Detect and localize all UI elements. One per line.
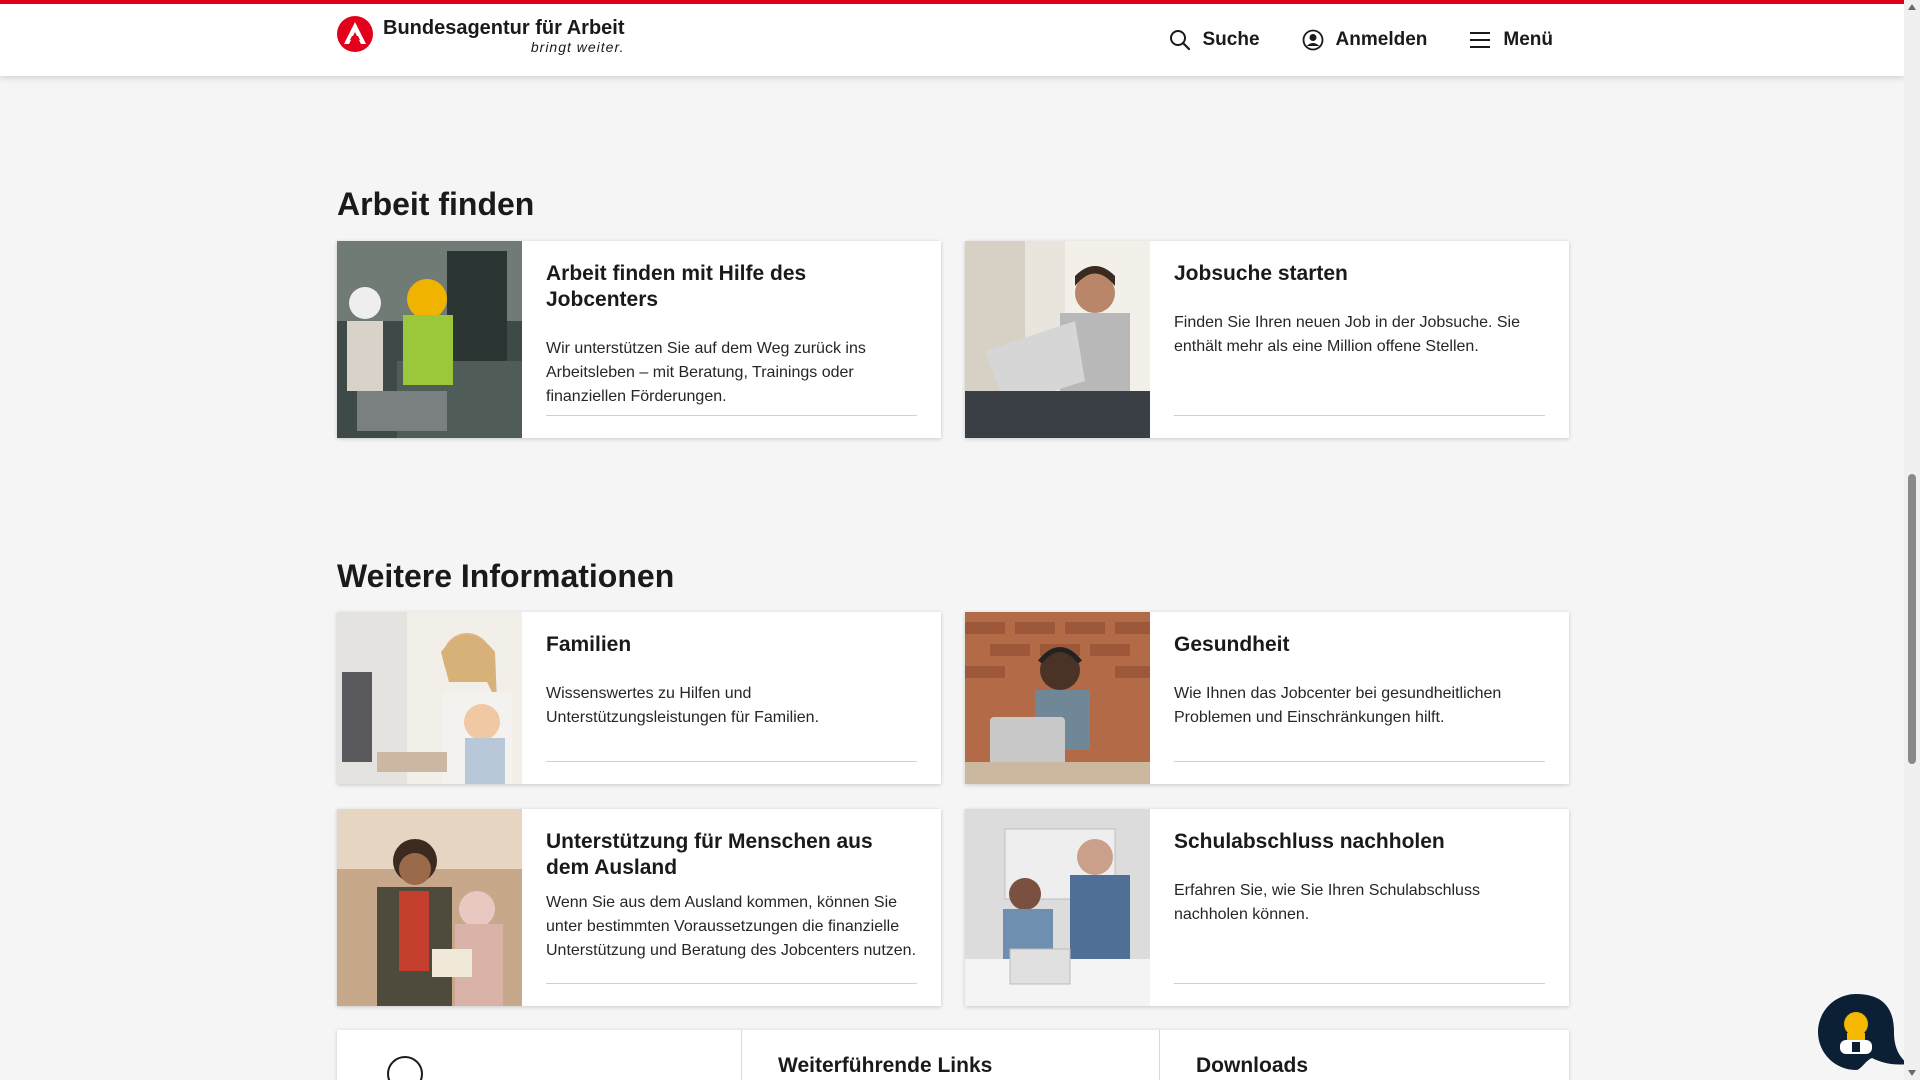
card-text: Wissenswertes zu Hilfen und Unterstützun… — [546, 685, 820, 726]
classroom-photo — [965, 809, 1150, 1006]
card-divider — [546, 415, 917, 416]
card-familien[interactable]: Familien Wissenswertes zu Hilfen und Unt… — [337, 612, 941, 784]
page-scrollbar[interactable] — [1904, 0, 1920, 1080]
search-label: Suche — [1202, 29, 1260, 50]
brand-tagline: bringt weiter. — [530, 39, 625, 55]
menu-button[interactable]: Menü — [1469, 29, 1553, 51]
brand-logo[interactable]: Bundesagentur für Arbeit bringt weiter. — [337, 16, 625, 54]
card-title: Schulabschluss nachholen — [1174, 830, 1445, 853]
section-title-weitere-informationen: Weitere Informationen — [337, 558, 675, 594]
links-heading: Weiterführende Links — [742, 1030, 1160, 1080]
laptop-man-photo — [965, 241, 1150, 438]
card-text: Wir unterstützen Sie auf dem Weg zurück … — [546, 340, 866, 405]
scroll-up-arrow-icon[interactable] — [1908, 4, 1916, 10]
card-jobcenter-help[interactable]: Arbeit finden mit Hilfe des Jobcenters W… — [337, 241, 941, 438]
ba-logo-icon — [337, 16, 373, 52]
user-icon — [1302, 29, 1323, 51]
people-abroad-photo — [337, 809, 522, 1006]
family-photo — [337, 612, 522, 784]
card-text: Wenn Sie aus dem Ausland kommen, können … — [546, 894, 917, 959]
card-schulabschluss[interactable]: Schulabschluss nachholen Erfahren Sie, w… — [965, 809, 1569, 1006]
card-title: Jobsuche starten — [1174, 262, 1348, 285]
downloads-heading: Downloads — [1196, 1054, 1309, 1077]
card-gesundheit[interactable]: Gesundheit Wie Ihnen das Jobcenter bei g… — [965, 612, 1569, 784]
worker-photo — [337, 241, 522, 438]
card-title: Unterstützung für Menschen aus dem Ausla… — [546, 830, 873, 879]
card-title: Familien — [546, 633, 632, 656]
card-text: Finden Sie Ihren neuen Job in der Jobsuc… — [1174, 314, 1521, 355]
login-label: Anmelden — [1335, 29, 1428, 50]
hamburger-icon — [1470, 32, 1491, 48]
related-content-row: Weiterführende Links Downloads — [337, 1030, 1569, 1080]
card-jobsuche[interactable]: Jobsuche starten Finden Sie Ihren neuen … — [965, 241, 1569, 438]
card-title: Arbeit finden mit Hilfe des Jobcenters — [546, 262, 807, 311]
site-header: Bundesagentur für Arbeit bringt weiter. … — [0, 4, 1904, 76]
menu-label: Menü — [1503, 29, 1553, 50]
card-divider — [1174, 761, 1545, 762]
card-title: Gesundheit — [1174, 633, 1290, 656]
card-divider — [1174, 983, 1545, 984]
card-text: Wie Ihnen das Jobcenter bei gesundheitli… — [1174, 685, 1502, 726]
section-title-arbeit-finden: Arbeit finden — [337, 186, 535, 222]
brand-name: Bundesagentur für Arbeit — [383, 17, 625, 39]
header-nav: Suche Anmelden Menü — [1127, 4, 1553, 76]
card-text: Erfahren Sie, wie Sie Ihren Schulabschlu… — [1174, 882, 1480, 923]
card-divider — [546, 983, 917, 984]
contact-icon — [387, 1056, 423, 1080]
scrollbar-thumb[interactable] — [1908, 474, 1916, 764]
card-divider — [1174, 415, 1545, 416]
card-ausland[interactable]: Unterstützung für Menschen aus dem Ausla… — [337, 809, 941, 1006]
headphones-man-photo — [965, 612, 1150, 784]
search-button[interactable]: Suche — [1169, 29, 1260, 51]
related-column-contact — [337, 1030, 742, 1080]
login-button[interactable]: Anmelden — [1302, 29, 1428, 51]
card-divider — [546, 761, 917, 762]
search-icon — [1169, 30, 1190, 51]
scroll-down-arrow-icon[interactable] — [1908, 1070, 1916, 1076]
